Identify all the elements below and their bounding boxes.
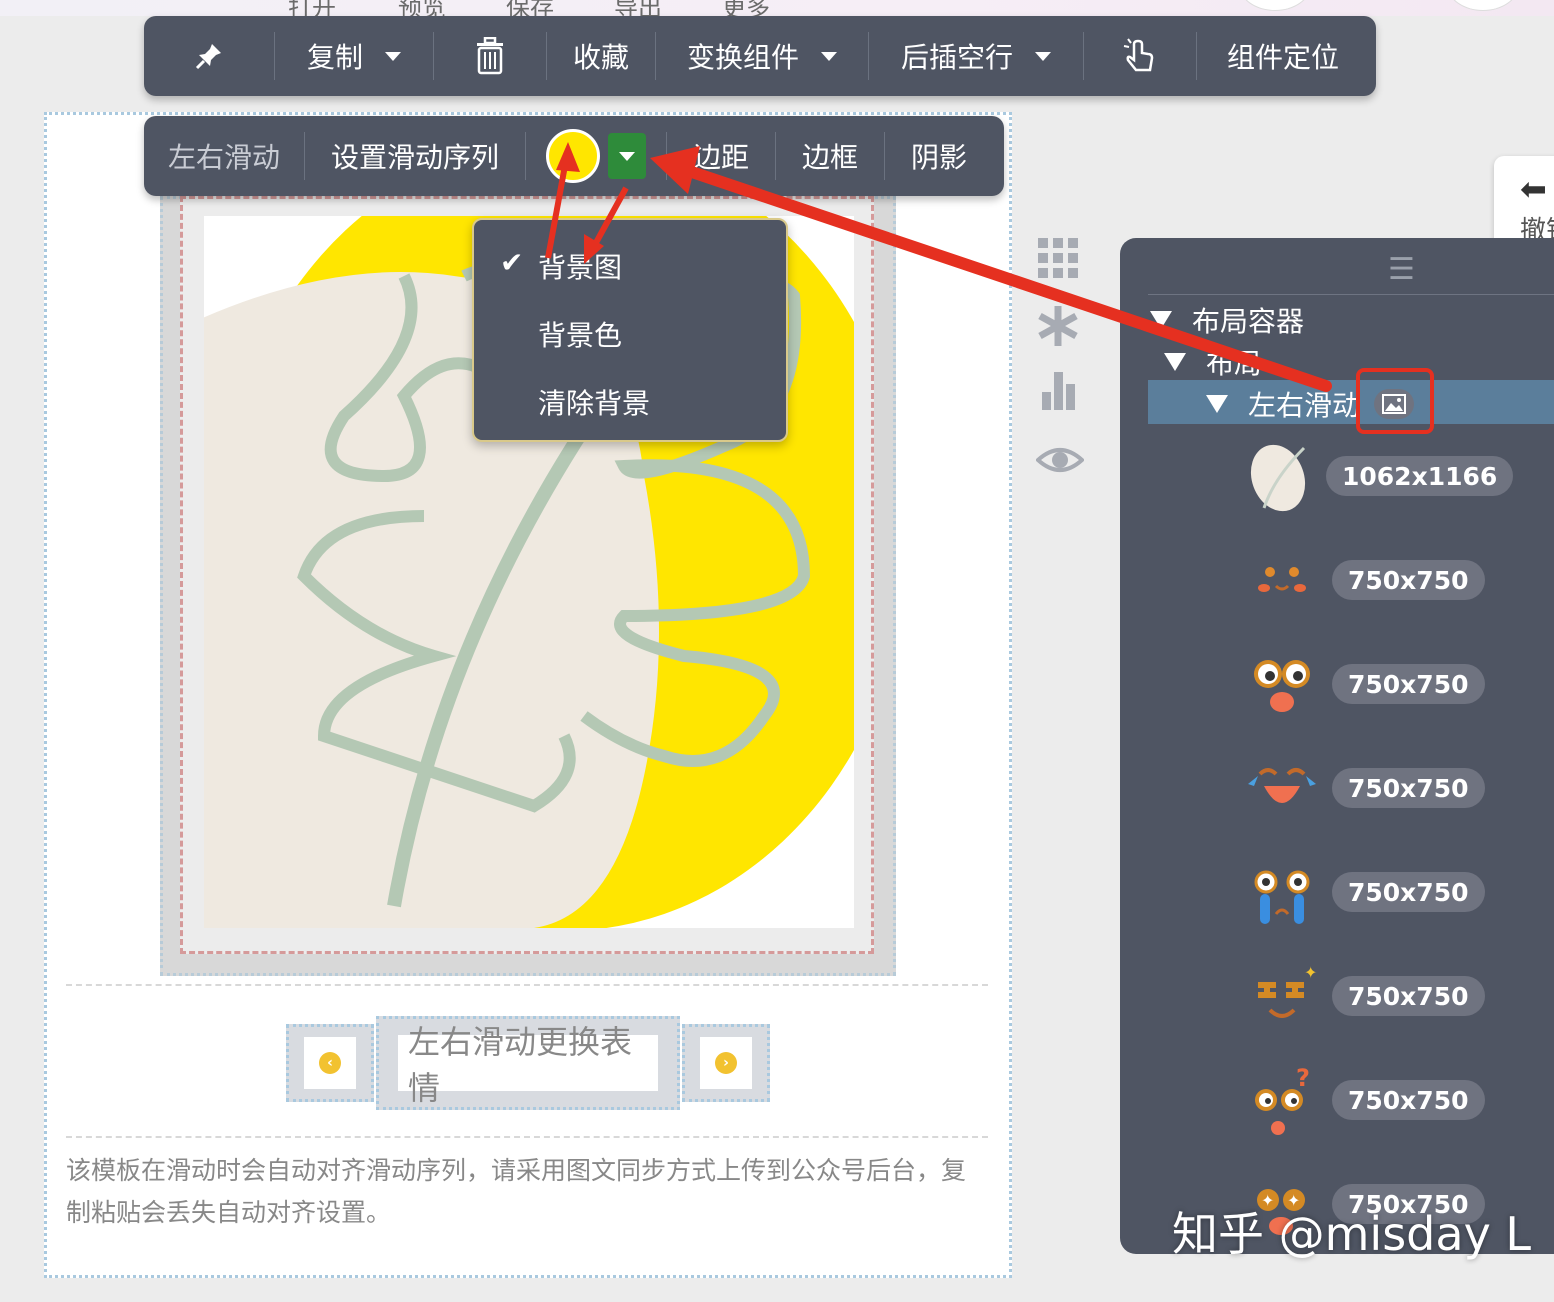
margin-button[interactable]: 边距: [667, 116, 775, 196]
asterisk-icon[interactable]: [1036, 304, 1084, 352]
tree-item-label: 布局容器: [1192, 305, 1305, 338]
image-row-7[interactable]: ?: [1244, 1062, 1320, 1142]
background-dropdown-menu: ✔ 背景图 背景色 清除背景: [472, 218, 788, 442]
face-smug-thumb-icon: ✦: [1258, 963, 1317, 1018]
face-confused-thumb-icon: ?: [1255, 1064, 1310, 1135]
copy-button[interactable]: 复制: [275, 16, 433, 96]
delete-button[interactable]: [434, 16, 546, 96]
top-menu-bar: [0, 0, 1554, 16]
drag-handle-icon[interactable]: ☰: [1388, 252, 1415, 287]
image-size-badge: 750x750: [1332, 1080, 1485, 1120]
tree-item-layout-container[interactable]: 布局容器: [1150, 300, 1304, 340]
shadow-label: 阴影: [910, 141, 967, 174]
image-row-6[interactable]: ✦: [1244, 958, 1320, 1038]
copy-label: 复制: [306, 41, 363, 74]
checkmark-icon: ✔: [500, 246, 524, 279]
border-label: 边框: [801, 141, 858, 174]
watermark-text: 知乎 @misday L: [1172, 1207, 1532, 1261]
image-size-badge: 750x750: [1332, 768, 1485, 808]
layers-panel: ☰ 布局容器 布局 左右滑动 1062x1166 750x750 750x750…: [1120, 238, 1554, 1254]
insert-after-button[interactable]: 后插空行: [869, 16, 1083, 96]
svg-text:?: ?: [1296, 1064, 1310, 1092]
image-row-5[interactable]: [1244, 854, 1320, 934]
transform-label: 变换组件: [686, 41, 799, 74]
component-name-label: 左右滑动: [167, 141, 280, 174]
background-color-swatch[interactable]: [546, 129, 600, 183]
face-surprised-thumb-icon: [1254, 660, 1310, 712]
eye-icon[interactable]: [1035, 438, 1085, 486]
prev-slide-button[interactable]: ‹: [286, 1024, 374, 1102]
pin-icon: [195, 44, 221, 70]
locate-label: 组件定位: [1226, 41, 1339, 74]
favorite-label: 收藏: [572, 41, 629, 74]
component-toolbar: 复制 收藏 变换组件 后插空行 组件定位: [144, 16, 1376, 96]
shadow-button[interactable]: 阴影: [885, 116, 993, 196]
image-size-badge: 750x750: [1332, 664, 1485, 704]
trash-icon: [477, 37, 503, 75]
chevron-down-icon: [821, 51, 837, 61]
next-slide-button[interactable]: ›: [682, 1024, 770, 1102]
leaf-thumb-icon: [1250, 444, 1306, 512]
hand-pointer-icon: [1123, 38, 1154, 72]
component-style-toolbar: 左右滑动 设置滑动序列 边距 边框 阴影: [144, 116, 1004, 196]
expand-triangle-icon: [1150, 311, 1172, 329]
locate-button[interactable]: 组件定位: [1197, 16, 1369, 96]
expand-triangle-icon: [1164, 353, 1186, 371]
image-size-badge: 750x750: [1332, 872, 1485, 912]
divider: [1148, 294, 1554, 295]
set-sequence-button[interactable]: 设置滑动序列: [305, 116, 525, 196]
face-laughing-tears-thumb-icon: [1248, 768, 1316, 803]
annotation-highlight-box: [1356, 368, 1434, 434]
arrow-left-icon: ‹: [319, 1052, 341, 1074]
background-picker: [526, 116, 666, 196]
chevron-down-icon: [385, 51, 401, 61]
image-size-badge: 1062x1166: [1326, 456, 1514, 496]
set-sequence-label: 设置滑动序列: [330, 141, 499, 174]
image-row-4[interactable]: [1244, 750, 1320, 830]
image-size-badge: 750x750: [1332, 976, 1485, 1016]
pin-button[interactable]: [144, 16, 274, 96]
caption-container[interactable]: 左右滑动更换表情: [376, 1016, 680, 1110]
grid-icon[interactable]: [1036, 236, 1084, 284]
menu-item-background-color[interactable]: 背景色: [538, 314, 622, 354]
chevron-down-icon: [619, 151, 635, 161]
transform-button[interactable]: 变换组件: [656, 16, 868, 96]
chevron-down-icon: [1035, 51, 1051, 61]
tree-item-label: 左右滑动: [1248, 389, 1361, 422]
bar-chart-icon[interactable]: [1036, 368, 1084, 416]
divider-line: [66, 1136, 988, 1138]
tree-item-label: 布局: [1206, 347, 1263, 380]
slide-caption: 左右滑动更换表情: [408, 1023, 633, 1107]
arrow-right-icon: ›: [715, 1052, 737, 1074]
expand-triangle-icon: [1206, 395, 1228, 413]
face-crying-thumb-icon: [1254, 870, 1310, 924]
face-blush-thumb-icon: [1258, 567, 1306, 592]
tree-item-layout[interactable]: 布局: [1164, 342, 1262, 382]
insert-after-label: 后插空行: [900, 41, 1013, 74]
menu-item-background-image[interactable]: 背景图: [538, 246, 622, 286]
select-pointer-button[interactable]: [1084, 16, 1196, 96]
favorite-button[interactable]: 收藏: [547, 16, 655, 96]
image-row-2[interactable]: [1244, 542, 1320, 622]
image-row-1[interactable]: [1244, 438, 1320, 518]
svg-text:✦: ✦: [1304, 963, 1317, 982]
template-description: 该模板在滑动时会自动对齐滑动序列，请采用图文同步方式上传到公众号后台，复制粘贴会…: [66, 1156, 967, 1227]
image-size-badge: 750x750: [1332, 560, 1485, 600]
image-row-3[interactable]: [1244, 646, 1320, 726]
background-dropdown-button[interactable]: [608, 133, 646, 179]
undo-icon[interactable]: ⬅: [1520, 170, 1547, 208]
divider-line: [66, 984, 988, 986]
component-name: 左右滑动: [144, 116, 304, 196]
menu-item-clear-background[interactable]: 清除背景: [538, 382, 650, 422]
margin-label: 边距: [692, 141, 749, 174]
border-button[interactable]: 边框: [776, 116, 884, 196]
